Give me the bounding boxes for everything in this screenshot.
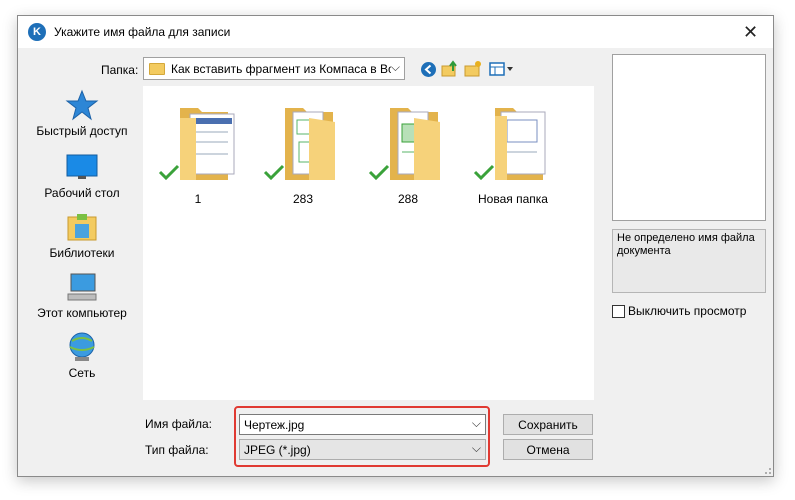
view-menu-button[interactable] xyxy=(489,60,515,78)
dialog-title: Укажите имя файла для записи xyxy=(54,25,231,39)
sidebar-item-label: Рабочий стол xyxy=(44,186,120,200)
title-bar: K Укажите имя файла для записи ✕ xyxy=(18,16,773,48)
view-menu-icon xyxy=(489,62,513,76)
computer-icon xyxy=(62,270,102,304)
folder-item[interactable]: 283 xyxy=(253,102,353,206)
folder-icon xyxy=(149,62,165,75)
filename-label: Имя файла: xyxy=(145,417,212,431)
resize-grip-icon[interactable] xyxy=(762,465,772,475)
sync-check-icon xyxy=(158,164,180,180)
preview-message: Не определено имя файла документа xyxy=(612,229,766,293)
sync-check-icon xyxy=(473,164,495,180)
folder-select[interactable]: Как вставить фрагмент из Компаса в Вор ⌵ xyxy=(143,57,405,80)
sidebar-item-libraries[interactable]: Библиотеки xyxy=(26,210,138,260)
folder-select-value: Как вставить фрагмент из Компаса в Вор xyxy=(171,61,391,76)
folder-item[interactable]: Новая папка xyxy=(463,102,563,206)
sidebar-item-network[interactable]: Сеть xyxy=(26,330,138,380)
folder-name: 283 xyxy=(292,192,314,206)
sidebar-item-desktop[interactable]: Рабочий стол xyxy=(26,150,138,200)
close-button[interactable]: ✕ xyxy=(728,16,773,48)
chevron-down-icon[interactable]: ⌵ xyxy=(391,60,400,75)
folder-thumbnail xyxy=(368,102,448,182)
save-dialog: K Укажите имя файла для записи ✕ Папка: … xyxy=(17,15,774,477)
back-icon xyxy=(420,61,436,77)
sidebar-item-label: Библиотеки xyxy=(49,246,115,260)
desktop-icon xyxy=(62,150,102,184)
cancel-button[interactable]: Отмена xyxy=(503,439,593,460)
app-icon: K xyxy=(28,23,46,41)
folder-item[interactable]: 1 xyxy=(148,102,248,206)
folder-thumbnail xyxy=(158,102,238,182)
sidebar-item-label: Этот компьютер xyxy=(37,306,127,320)
sidebar-item-this-pc[interactable]: Этот компьютер xyxy=(26,270,138,320)
star-icon xyxy=(62,88,102,122)
network-icon xyxy=(62,330,102,364)
folder-thumbnail xyxy=(473,102,553,182)
folder-label: Папка: xyxy=(101,63,139,77)
disable-preview-checkbox[interactable] xyxy=(612,304,625,318)
up-folder-icon xyxy=(441,60,457,77)
back-button[interactable] xyxy=(419,60,437,78)
disable-preview-option[interactable]: Выключить просмотр xyxy=(612,304,746,318)
sidebar-item-quick-access[interactable]: Быстрый доступ xyxy=(26,88,138,138)
disable-preview-label: Выключить просмотр xyxy=(628,304,747,318)
sidebar-item-label: Быстрый доступ xyxy=(36,124,128,138)
folder-name: 288 xyxy=(397,192,419,206)
folder-name: Новая папка xyxy=(478,192,548,206)
file-list[interactable]: 1 283 288 Новая папка xyxy=(143,86,594,400)
highlight-annotation xyxy=(234,406,490,467)
filetype-label: Тип файла: xyxy=(145,443,209,457)
close-icon: ✕ xyxy=(742,21,759,42)
sync-check-icon xyxy=(263,164,285,180)
new-folder-icon xyxy=(464,61,481,77)
up-folder-button[interactable] xyxy=(441,60,459,78)
preview-pane xyxy=(612,54,766,221)
save-button[interactable]: Сохранить xyxy=(503,414,593,435)
folder-item[interactable]: 288 xyxy=(358,102,458,206)
folder-thumbnail xyxy=(263,102,343,182)
libraries-icon xyxy=(62,210,102,244)
new-folder-button[interactable] xyxy=(464,60,482,78)
sidebar-item-label: Сеть xyxy=(68,366,96,380)
sync-check-icon xyxy=(368,164,390,180)
folder-name: 1 xyxy=(194,192,202,206)
